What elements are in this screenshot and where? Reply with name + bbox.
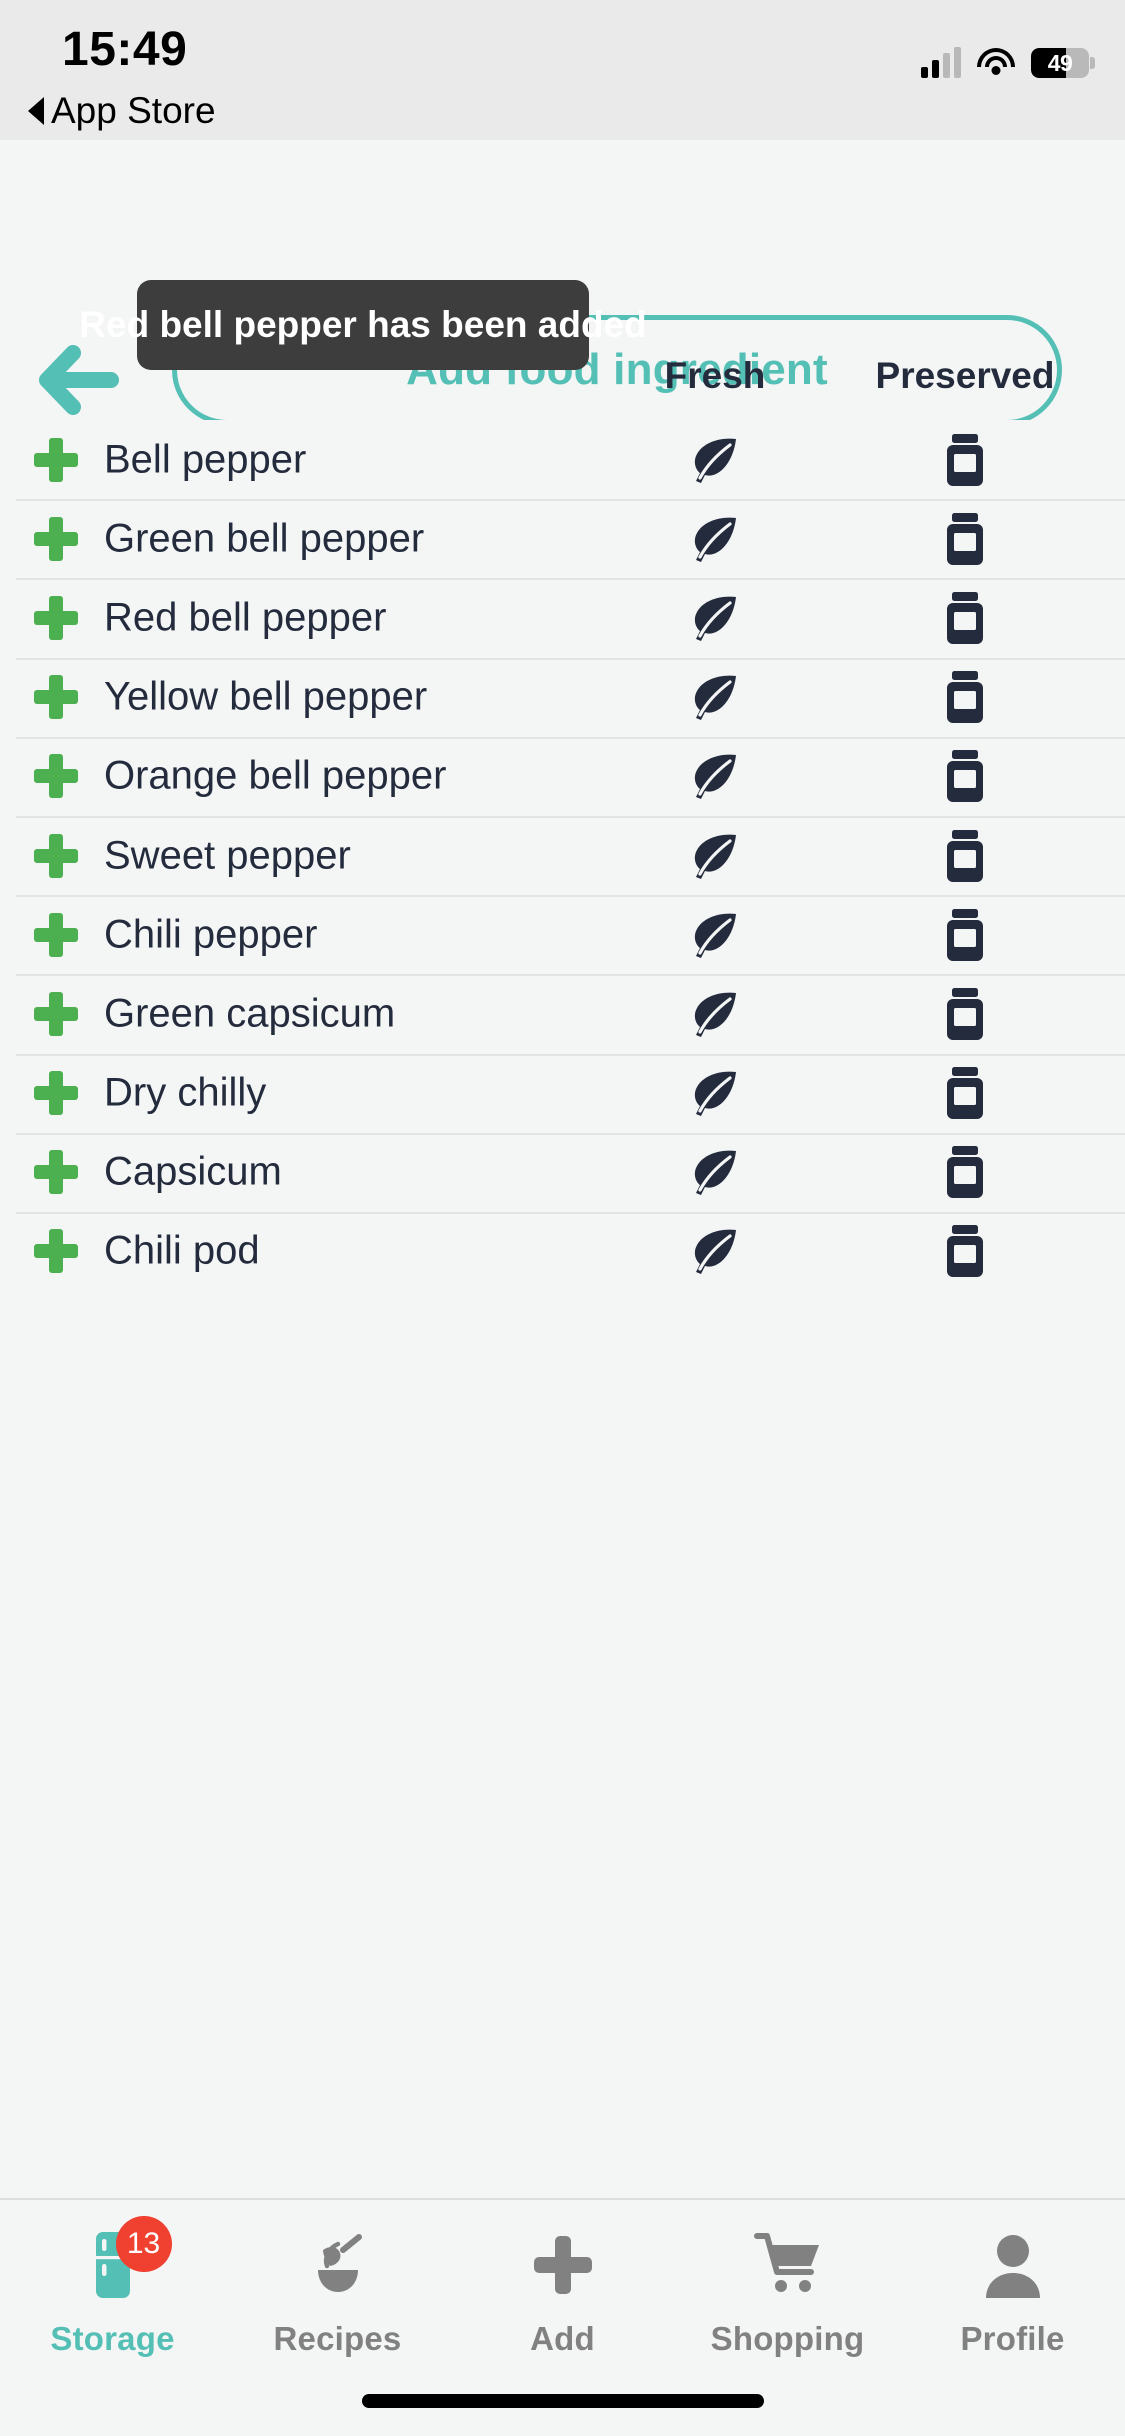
leaf-icon[interactable] <box>689 592 741 644</box>
plus-icon[interactable] <box>34 912 78 957</box>
ingredient-name: Sweet pepper <box>104 833 351 878</box>
jar-icon[interactable] <box>945 433 985 486</box>
plus-icon[interactable] <box>34 516 78 561</box>
ingredient-list: Bell pepper Green bell pepper Red bell pep… <box>0 420 1125 1292</box>
jar-icon[interactable] <box>945 591 985 644</box>
ingredient-name: Dry chilly <box>104 1070 267 1115</box>
ingredient-row[interactable]: Yellow bell pepper <box>0 657 1125 737</box>
shopping-cart-icon <box>751 2228 825 2302</box>
tab-label: Add <box>530 2320 595 2357</box>
jar-icon[interactable] <box>945 1146 985 1199</box>
ingredient-name: Orange bell pepper <box>104 753 447 798</box>
column-header-fresh: Fresh <box>664 355 766 396</box>
plus-icon[interactable] <box>34 1229 78 1274</box>
back-app-label: App Store <box>51 90 216 131</box>
wifi-icon <box>977 48 1015 78</box>
plus-icon[interactable] <box>34 754 78 799</box>
jar-icon[interactable] <box>945 512 985 565</box>
battery-icon: 49 <box>1031 48 1095 78</box>
battery-percent-label: 49 <box>1047 49 1073 76</box>
jar-icon[interactable] <box>945 671 985 724</box>
ingredient-name: Chili pod <box>104 1228 260 1273</box>
person-icon <box>976 2228 1050 2302</box>
return-to-app-store-button[interactable]: App Store <box>28 90 216 132</box>
leaf-icon[interactable] <box>689 434 741 486</box>
jar-icon[interactable] <box>945 908 985 961</box>
ingredient-row[interactable]: Orange bell pepper <box>0 736 1125 816</box>
leaf-icon[interactable] <box>689 1146 741 1198</box>
home-indicator <box>361 2394 764 2408</box>
ingredient-name: Red bell pepper <box>104 595 387 640</box>
leaf-icon[interactable] <box>689 750 741 802</box>
plus-icon[interactable] <box>34 437 78 482</box>
ingredient-row[interactable]: Red bell pepper <box>0 578 1125 658</box>
leaf-icon[interactable] <box>689 988 741 1040</box>
plus-icon[interactable] <box>34 1071 78 1116</box>
cellular-signal-icon <box>921 47 961 78</box>
toast-notification: Red bell pepper has been added <box>79 280 647 370</box>
plus-icon[interactable] <box>34 1150 78 1195</box>
ingredient-name: Green capsicum <box>104 991 396 1036</box>
ingredient-row[interactable]: Green bell pepper <box>0 499 1125 579</box>
tab-label: Profile <box>960 2320 1065 2357</box>
status-bar-clock: 15:49 <box>62 23 188 76</box>
leaf-icon[interactable] <box>689 830 741 882</box>
plus-icon[interactable] <box>34 991 78 1036</box>
ingredient-name: Green bell pepper <box>104 516 425 561</box>
jar-icon[interactable] <box>945 750 985 803</box>
ingredient-name: Yellow bell pepper <box>104 674 428 719</box>
jar-icon[interactable] <box>945 1225 985 1278</box>
plus-icon <box>526 2228 600 2302</box>
refrigerator-icon: 13 <box>76 2216 172 2302</box>
tab-label: Storage <box>50 2320 175 2357</box>
leaf-icon[interactable] <box>689 1067 741 1119</box>
triangle-left-icon <box>28 97 44 125</box>
toast-message: Red bell pepper has been added <box>79 304 647 345</box>
mixing-bowl-whisk-icon <box>301 2228 375 2302</box>
status-bar: 15:49 App Store 49 <box>0 0 1125 140</box>
leaf-icon[interactable] <box>689 671 741 723</box>
jar-icon[interactable] <box>945 1067 985 1120</box>
leaf-icon[interactable] <box>689 909 741 961</box>
ingredient-name: Chili pepper <box>104 912 318 957</box>
tab-storage[interactable]: 13 Storage <box>0 2200 225 2436</box>
tab-label: Shopping <box>710 2320 865 2357</box>
column-header-preserved: Preserved <box>875 355 1055 396</box>
ingredient-name: Bell pepper <box>104 437 307 482</box>
ingredient-row[interactable]: Green capsicum <box>0 974 1125 1054</box>
jar-icon[interactable] <box>945 987 985 1040</box>
plus-icon[interactable] <box>34 595 78 640</box>
ingredient-row[interactable]: Dry chilly <box>0 1053 1125 1133</box>
ingredient-name: Capsicum <box>104 1149 282 1194</box>
jar-icon[interactable] <box>945 829 985 882</box>
plus-icon[interactable] <box>34 833 78 878</box>
ingredient-row[interactable]: Bell pepper <box>0 420 1125 500</box>
tab-profile[interactable]: Profile <box>900 2200 1125 2436</box>
leaf-icon[interactable] <box>689 513 741 565</box>
tab-label: Recipes <box>273 2320 402 2357</box>
ingredient-row[interactable]: Capsicum <box>0 1132 1125 1212</box>
leaf-icon[interactable] <box>689 1225 741 1277</box>
ingredient-row[interactable]: Chili pod <box>0 1211 1125 1292</box>
ingredient-row[interactable]: Chili pepper <box>0 895 1125 975</box>
status-bar-indicators: 49 <box>921 36 1095 78</box>
plus-icon[interactable] <box>34 675 78 720</box>
notification-badge: 13 <box>115 2216 172 2272</box>
ingredient-row[interactable]: Sweet pepper <box>0 815 1125 896</box>
